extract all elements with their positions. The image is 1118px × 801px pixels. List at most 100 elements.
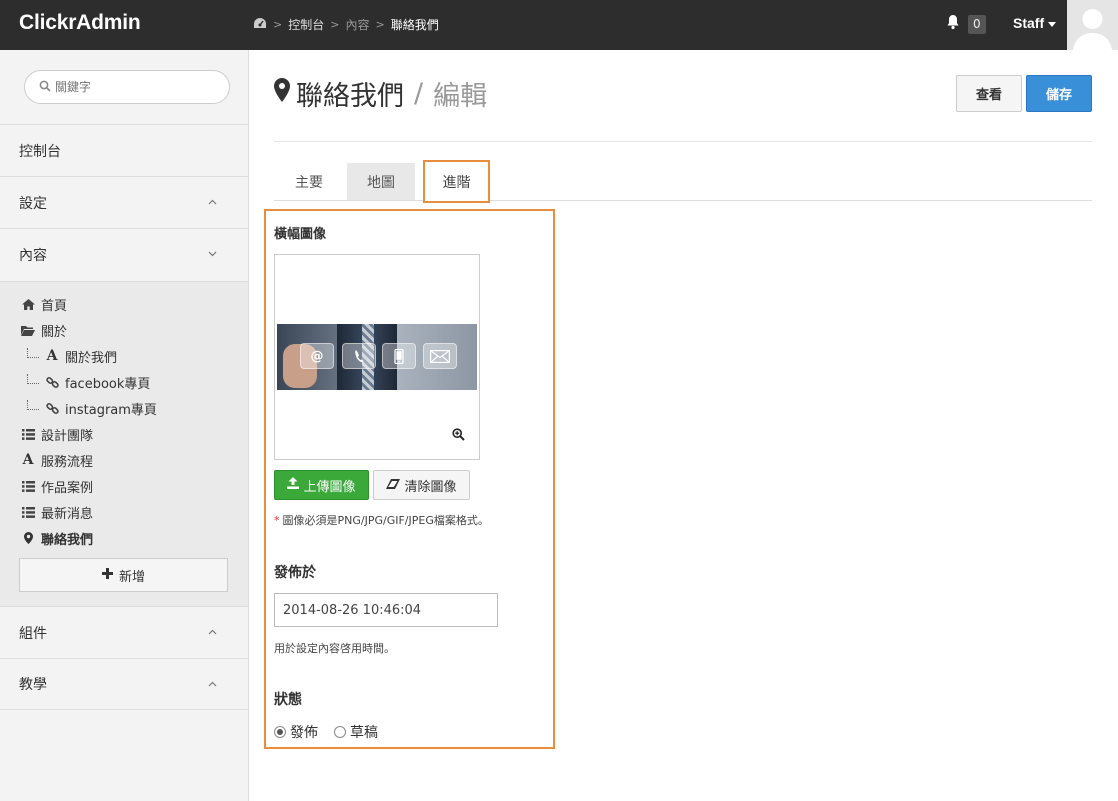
- page-title: 聯絡我們 / 編輯: [274, 74, 487, 113]
- sidebar-item-label: 設定: [19, 195, 47, 212]
- title-separator: /: [414, 78, 424, 109]
- tab-advanced[interactable]: 進階: [423, 160, 490, 203]
- tabs-baseline: [274, 200, 1092, 201]
- sidebar-item-tutorial[interactable]: 教學: [0, 658, 248, 710]
- status-draft-label[interactable]: 草稿: [350, 722, 378, 742]
- subnav-item-label: 服務流程: [41, 454, 94, 470]
- chevron-up-icon: [208, 627, 217, 638]
- user-menu-toggle[interactable]: Staff: [1013, 15, 1057, 31]
- text-icon: A: [46, 348, 58, 364]
- subnav-item-home[interactable]: 首頁: [21, 294, 67, 314]
- add-item-button[interactable]: 新增: [19, 558, 228, 592]
- subnav-item-contact[interactable]: 聯絡我們: [21, 528, 93, 548]
- notification-count-badge[interactable]: 0: [968, 15, 986, 34]
- brand-logo[interactable]: ClickrAdmin: [19, 11, 141, 35]
- avatar[interactable]: [1067, 0, 1118, 50]
- subnav-item-label: 關於我們: [65, 350, 118, 366]
- sidebar-item-label: 控制台: [19, 143, 61, 160]
- required-marker: *: [274, 514, 280, 527]
- sidebar-item-dashboard[interactable]: 控制台: [0, 124, 248, 176]
- upload-icon: [287, 477, 300, 493]
- status-publish-label[interactable]: 發佈: [290, 722, 318, 742]
- subnav-item-design-team[interactable]: 設計團隊: [21, 424, 93, 444]
- sidebar-item-content[interactable]: 內容: [0, 228, 248, 280]
- text-icon: A: [22, 452, 34, 468]
- publish-date-input[interactable]: [274, 593, 498, 627]
- subnav-item-portfolio[interactable]: 作品案例: [21, 476, 93, 496]
- subnav-item-label: 聯絡我們: [41, 532, 94, 548]
- sidebar-item-components[interactable]: 組件: [0, 606, 248, 658]
- page-title-text: 聯絡我們: [296, 81, 404, 112]
- banner-image-preview[interactable]: @: [274, 254, 480, 460]
- user-name: Staff: [1013, 15, 1045, 31]
- caret-down-icon: [1048, 21, 1057, 27]
- content-subnav: 首頁 關於 A 關於我們 facebook專頁 instagram專頁 設計團隊…: [0, 281, 248, 606]
- subnav-item-label: facebook專頁: [65, 376, 151, 392]
- list-icon: [21, 428, 35, 440]
- at-icon: @: [300, 343, 334, 369]
- search-input[interactable]: [55, 80, 205, 94]
- breadcrumb-current: 聯絡我們: [390, 18, 439, 32]
- chevron-up-icon: [208, 679, 217, 690]
- subnav-item-facebook[interactable]: facebook專頁: [27, 372, 150, 392]
- breadcrumb-content[interactable]: 內容: [345, 16, 369, 33]
- map-marker-icon: [274, 78, 290, 109]
- clear-image-button[interactable]: 清除圖像: [373, 470, 470, 500]
- status-publish-radio[interactable]: [274, 726, 286, 738]
- upload-image-label: 上傳圖像: [303, 479, 356, 495]
- tab-map[interactable]: 地圖: [347, 163, 415, 201]
- publish-date-label: 發佈於: [274, 565, 316, 581]
- phone-icon: [342, 343, 376, 369]
- image-format-note: * 圖像必須是PNG/JPG/GIF/JPEG檔案格式。: [274, 512, 489, 528]
- status-label: 狀態: [274, 692, 302, 708]
- subnav-item-service-flow[interactable]: A 服務流程: [21, 450, 93, 470]
- zoom-in-icon[interactable]: [452, 428, 465, 445]
- save-button[interactable]: 儲存: [1026, 75, 1092, 112]
- envelope-icon: [423, 343, 457, 369]
- status-radio-group: 發佈 草稿: [274, 722, 378, 742]
- search-box[interactable]: [24, 70, 230, 104]
- sidebar-item-settings[interactable]: 設定: [0, 176, 248, 228]
- subnav-item-about-us[interactable]: A 關於我們: [27, 346, 117, 366]
- banner-thumbnail: @: [277, 324, 477, 390]
- breadcrumb-dashboard[interactable]: 控制台: [288, 16, 324, 33]
- view-button[interactable]: 查看: [956, 75, 1022, 112]
- mobile-icon: [382, 343, 416, 369]
- list-icon: [21, 480, 35, 492]
- eraser-icon: [386, 478, 401, 493]
- status-draft-radio[interactable]: [334, 726, 346, 738]
- sidebar-item-label: 內容: [19, 247, 47, 264]
- tree-connector: [27, 348, 39, 358]
- folder-open-icon: [21, 325, 35, 336]
- sidebar-item-label: 組件: [19, 625, 47, 642]
- subnav-item-instagram[interactable]: instagram專頁: [27, 398, 157, 418]
- upload-image-button[interactable]: 上傳圖像: [274, 470, 369, 500]
- subnav-item-label: instagram專頁: [65, 402, 157, 418]
- publish-date-help: 用於設定內容啓用時間。: [274, 642, 395, 655]
- breadcrumb: > 控制台 > 內容 > 聯絡我們: [253, 16, 439, 33]
- plus-icon: [101, 567, 113, 583]
- subnav-item-label: 首頁: [41, 298, 68, 314]
- subnav-item-label: 最新消息: [41, 506, 94, 522]
- breadcrumb-separator: >: [375, 18, 385, 31]
- divider: [274, 141, 1092, 142]
- subnav-item-about[interactable]: 關於: [21, 320, 67, 340]
- image-format-note-text: 圖像必須是PNG/JPG/GIF/JPEG檔案格式。: [282, 514, 489, 527]
- subnav-item-news[interactable]: 最新消息: [21, 502, 93, 522]
- subnav-item-label: 設計團隊: [41, 428, 94, 444]
- tree-connector: [27, 400, 39, 410]
- breadcrumb-separator: >: [330, 18, 340, 31]
- list-icon: [21, 506, 35, 518]
- link-icon: [45, 376, 59, 389]
- home-icon: [21, 298, 35, 310]
- bell-icon[interactable]: [946, 14, 960, 34]
- clear-image-label: 清除圖像: [404, 479, 457, 495]
- page-subtitle: 編輯: [433, 81, 488, 112]
- tab-main[interactable]: 主要: [274, 163, 344, 201]
- tree-connector: [27, 374, 39, 384]
- breadcrumb-separator: >: [273, 18, 283, 31]
- search-icon: [39, 80, 51, 95]
- top-navbar: ClickrAdmin > 控制台 > 內容 > 聯絡我們 0 Staff: [0, 0, 1118, 50]
- sidebar: 控制台 設定 內容 首頁 關於 A 關於我們 facebook專頁: [0, 50, 249, 801]
- link-icon: [45, 402, 59, 415]
